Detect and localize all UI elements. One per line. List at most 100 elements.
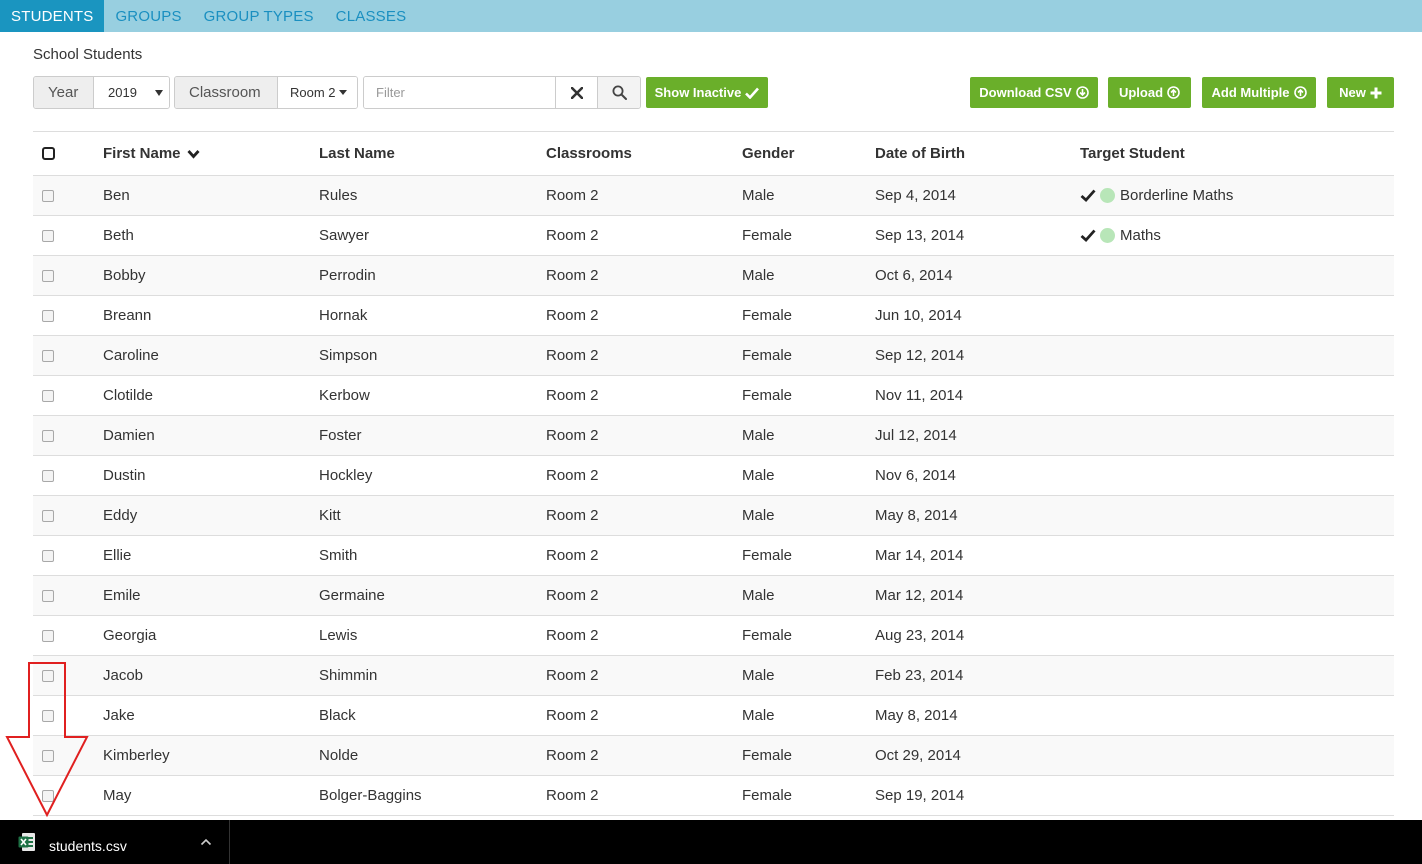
filter-input[interactable]	[364, 77, 556, 108]
dob-cell: Aug 23, 2014	[875, 627, 965, 644]
tab-students[interactable]: STUDENTS	[0, 0, 105, 32]
gender-cell: Male	[742, 507, 775, 524]
table-row: May Bolger-Baggins Room 2 Female Sep 19, 201…	[33, 776, 1394, 816]
table-row: Jake Black Room 2 Male May 8, 2014	[33, 696, 1394, 736]
dob-cell: Feb 23, 2014	[875, 667, 964, 684]
row-checkbox[interactable]	[42, 469, 54, 482]
select-arrow-icon	[155, 89, 163, 96]
row-checkbox[interactable]	[42, 189, 54, 202]
gender-cell: Male	[742, 467, 775, 484]
circle-arrow-down-icon	[1075, 86, 1089, 99]
last-name-cell: Perrodin	[319, 267, 376, 284]
first-name-cell: Emile	[103, 587, 141, 604]
first-name-cell: Clotilde	[103, 387, 154, 404]
header-date-of-birth[interactable]: Date of Birth	[875, 145, 1080, 162]
table-header-row: First Name Last Name Classrooms Gender D…	[33, 132, 1394, 176]
row-checkbox[interactable]	[42, 589, 54, 602]
last-name-cell: Shimmin	[319, 667, 378, 684]
gender-cell: Male	[742, 187, 775, 204]
classroom-cell: Room 2	[546, 627, 599, 644]
header-first-name-label: First Name	[103, 145, 181, 162]
year-selector: Year 2019	[33, 76, 170, 109]
row-select-cell	[33, 549, 103, 562]
table-row: Ben Rules Room 2 Male Sep 4, 2014 Borderline …	[33, 176, 1394, 216]
last-name-cell: Rules	[319, 187, 358, 204]
classroom-value: Room 2	[290, 85, 336, 100]
header-gender[interactable]: Gender	[742, 145, 875, 162]
first-name-cell: Georgia	[103, 627, 157, 644]
clear-filter-button[interactable]	[556, 77, 598, 108]
excel-file-icon	[18, 832, 36, 852]
dob-cell: Sep 13, 2014	[875, 227, 965, 244]
caret-down-icon	[338, 90, 347, 95]
row-checkbox[interactable]	[42, 549, 54, 562]
row-checkbox[interactable]	[42, 389, 54, 402]
table-row: Breann Hornak Room 2 Female Jun 10, 2014	[33, 296, 1394, 336]
first-name-cell: Beth	[103, 227, 134, 244]
gender-cell: Female	[742, 547, 793, 564]
table-row: Bobby Perrodin Room 2 Male Oct 6, 2014	[33, 256, 1394, 296]
new-label: New	[1339, 85, 1366, 100]
row-checkbox[interactable]	[42, 229, 54, 242]
tab-group-types[interactable]: GROUP TYPES	[193, 0, 325, 32]
last-name-cell: Germaine	[319, 587, 385, 604]
row-checkbox[interactable]	[42, 429, 54, 442]
dob-cell: Sep 4, 2014	[875, 187, 956, 204]
header-target-student[interactable]: Target Student	[1080, 145, 1394, 162]
top-nav: STUDENTS GROUPS GROUP TYPES CLASSES	[0, 0, 1422, 32]
new-student-button[interactable]: New	[1327, 77, 1394, 108]
row-checkbox[interactable]	[42, 309, 54, 322]
dob-cell: Sep 19, 2014	[875, 787, 965, 804]
tab-classes[interactable]: CLASSES	[325, 0, 418, 32]
classroom-cell: Room 2	[546, 307, 599, 324]
download-csv-button[interactable]: Download CSV	[970, 77, 1098, 108]
dob-cell: Mar 14, 2014	[875, 547, 964, 564]
download-bar: students.csv	[0, 820, 1422, 864]
dob-cell: Oct 29, 2014	[875, 747, 961, 764]
search-button[interactable]	[598, 77, 640, 108]
header-first-name[interactable]: First Name	[103, 145, 319, 162]
add-multiple-label: Add Multiple	[1211, 85, 1290, 100]
row-checkbox[interactable]	[42, 629, 54, 642]
year-select[interactable]: 2019	[94, 77, 169, 108]
toolbar: Year 2019 Classroom Room 2	[33, 76, 641, 109]
last-name-cell: Bolger-Baggins	[319, 787, 422, 804]
last-name-cell: Kitt	[319, 507, 341, 524]
dob-cell: Nov 11, 2014	[875, 387, 964, 404]
row-select-cell	[33, 349, 103, 362]
gender-cell: Female	[742, 227, 793, 244]
classroom-cell: Room 2	[546, 227, 599, 244]
plus-icon	[1370, 87, 1382, 99]
table-row: Georgia Lewis Room 2 Female Aug 23, 2014	[33, 616, 1394, 656]
last-name-cell: Smith	[319, 547, 358, 564]
show-inactive-button[interactable]: Show Inactive	[646, 77, 768, 108]
tab-groups[interactable]: GROUPS	[104, 0, 192, 32]
select-all-checkbox[interactable]	[42, 147, 55, 160]
add-multiple-button[interactable]: Add Multiple	[1202, 77, 1316, 108]
row-select-cell	[33, 629, 103, 642]
gender-cell: Male	[742, 267, 775, 284]
gender-cell: Male	[742, 587, 775, 604]
year-label: Year	[34, 77, 94, 108]
row-select-cell	[33, 309, 103, 322]
header-last-name[interactable]: Last Name	[319, 145, 546, 162]
download-item[interactable]: students.csv	[0, 820, 230, 864]
classroom-cell: Room 2	[546, 467, 599, 484]
first-name-cell: Ben	[103, 187, 130, 204]
first-name-cell: Kimberley	[103, 747, 170, 764]
classroom-dropdown[interactable]: Room 2	[278, 77, 357, 108]
row-checkbox[interactable]	[42, 269, 54, 282]
row-checkbox[interactable]	[42, 509, 54, 522]
target-student-cell: Maths	[1120, 227, 1161, 244]
search-icon	[612, 85, 627, 100]
dob-cell: Jul 12, 2014	[875, 427, 957, 444]
upload-button[interactable]: Upload	[1108, 77, 1191, 108]
chevron-up-icon[interactable]	[200, 838, 212, 846]
target-cell: Maths	[1080, 227, 1394, 244]
first-name-cell: Bobby	[103, 267, 146, 284]
table-row: Jacob Shimmin Room 2 Male Feb 23, 2014	[33, 656, 1394, 696]
chevron-down-icon	[186, 149, 200, 159]
show-inactive-label: Show Inactive	[654, 85, 742, 100]
row-checkbox[interactable]	[42, 349, 54, 362]
header-classrooms[interactable]: Classrooms	[546, 145, 742, 162]
